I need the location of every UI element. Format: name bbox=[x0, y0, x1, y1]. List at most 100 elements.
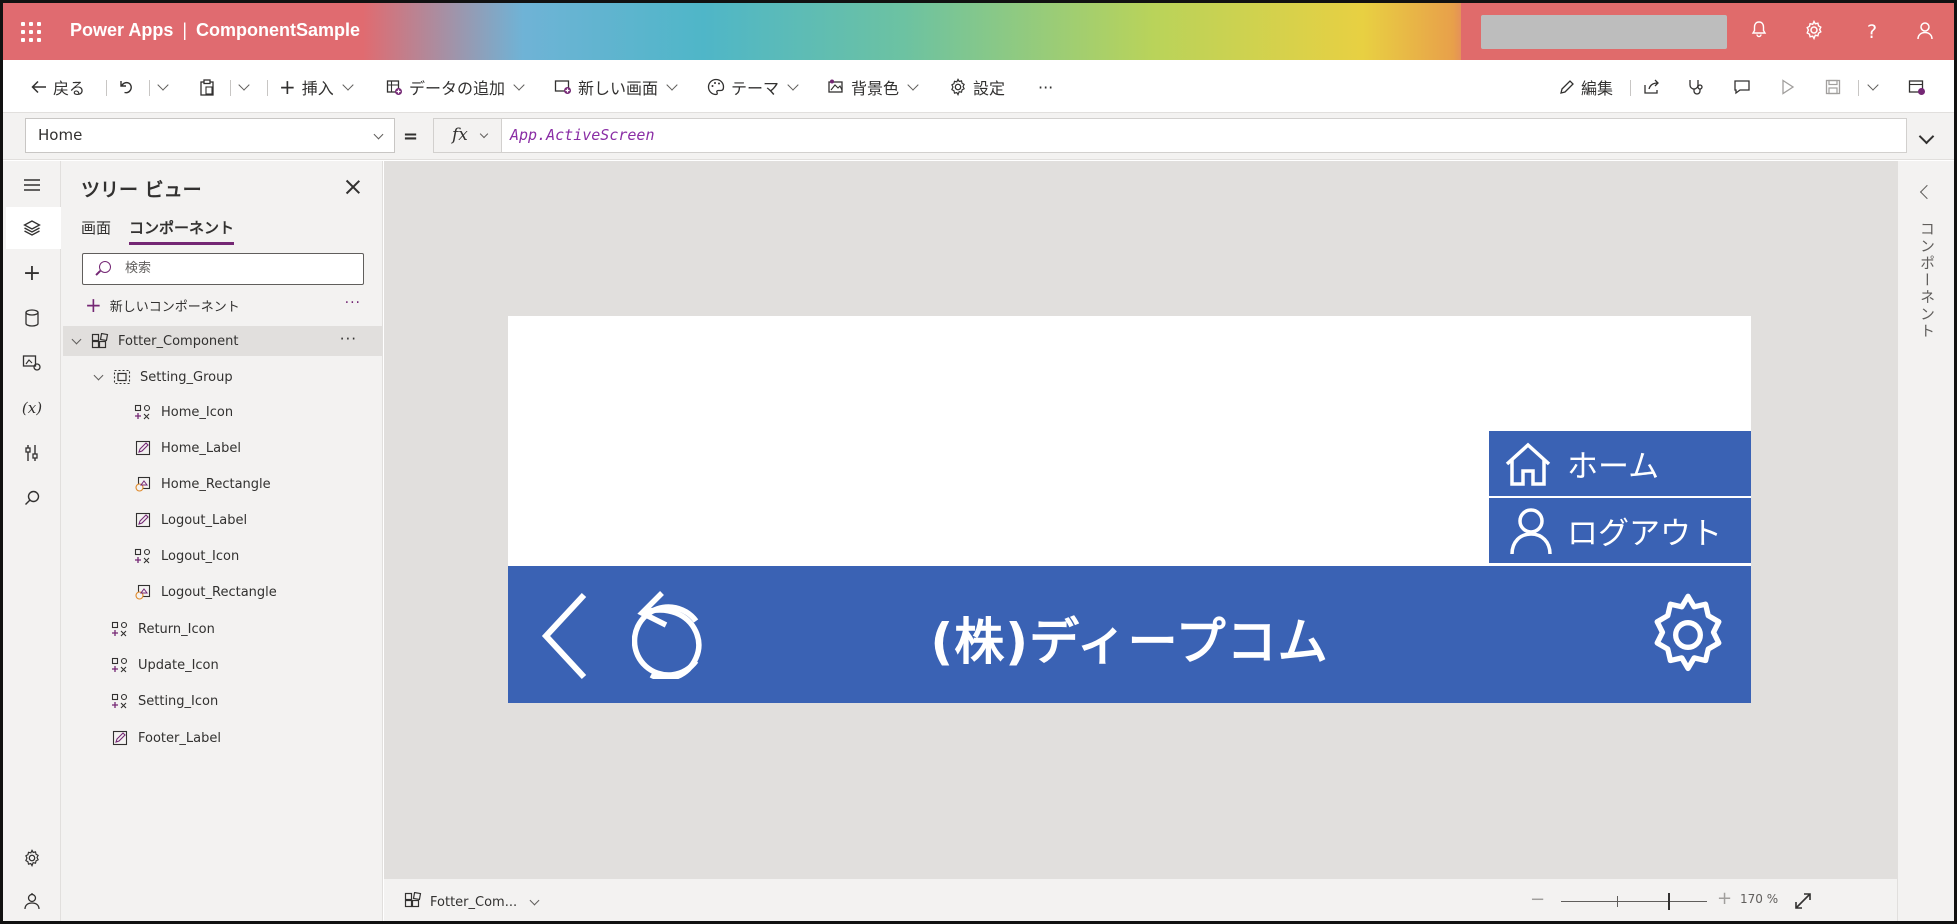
tree-node-home-icon[interactable]: Home_Icon bbox=[133, 397, 233, 427]
variables-icon[interactable]: (x) bbox=[21, 397, 43, 419]
pencil-icon bbox=[1559, 79, 1575, 95]
zoom-in-button[interactable]: + bbox=[1717, 888, 1732, 909]
function-button[interactable]: fx bbox=[433, 118, 501, 153]
expand-formula-icon[interactable] bbox=[1918, 128, 1935, 145]
divider bbox=[149, 80, 150, 96]
setting-gear-icon[interactable] bbox=[1642, 591, 1734, 683]
background-color-button[interactable]: 背景色 bbox=[827, 74, 921, 100]
virtual-agent-icon[interactable] bbox=[21, 890, 43, 912]
chevron-down-icon bbox=[529, 895, 540, 905]
play-icon bbox=[1781, 79, 1795, 95]
insert-plus-icon[interactable]: + bbox=[21, 261, 43, 286]
tree-node-home-label[interactable]: Home_Label bbox=[133, 433, 241, 463]
tree-node-fotter-component[interactable]: Fotter_Component ··· bbox=[63, 326, 383, 356]
node-label: Logout_Rectangle bbox=[161, 584, 277, 600]
tree-node-setting-group[interactable]: Setting_Group bbox=[93, 362, 233, 392]
project-name: ComponentSample bbox=[196, 20, 361, 40]
save-dropdown[interactable] bbox=[1865, 74, 1881, 100]
tree-node-update-icon[interactable]: Update_Icon bbox=[110, 650, 219, 680]
tree-node-footer-label[interactable]: Footer_Label bbox=[110, 723, 221, 753]
user-account-icon[interactable] bbox=[1913, 20, 1937, 44]
more-commands-button[interactable]: ··· bbox=[1038, 74, 1053, 100]
app-launcher-icon[interactable] bbox=[21, 22, 41, 42]
global-search-box[interactable] bbox=[1481, 15, 1727, 49]
help-icon[interactable]: ? bbox=[1860, 20, 1884, 44]
home-menu-item[interactable]: ホーム bbox=[1489, 431, 1751, 496]
divider bbox=[1630, 80, 1631, 96]
tab-components[interactable]: コンポーネント bbox=[129, 217, 235, 245]
media-icon[interactable] bbox=[21, 352, 43, 374]
label-control-icon bbox=[110, 729, 130, 747]
breadcrumb[interactable]: Fotter_Com... bbox=[404, 891, 540, 912]
product-name: Power Apps bbox=[70, 20, 174, 40]
edit-button[interactable]: 編集 bbox=[1559, 74, 1613, 100]
settings-gear-icon[interactable] bbox=[1802, 19, 1826, 44]
zoom-out-button[interactable]: − bbox=[1530, 889, 1545, 910]
component-icon bbox=[90, 332, 110, 350]
tree-node-logout-label[interactable]: Logout_Label bbox=[133, 505, 247, 535]
logout-label: ログアウト bbox=[1567, 516, 1722, 552]
advanced-tools-icon[interactable] bbox=[21, 442, 43, 464]
chevron-down-icon bbox=[666, 79, 678, 91]
footer-bar: (株)ディープコム bbox=[508, 566, 1751, 703]
publish-button[interactable] bbox=[1908, 74, 1926, 100]
more-options-icon[interactable]: ··· bbox=[345, 295, 361, 311]
properties-panel-label[interactable]: コンポーネント bbox=[1917, 221, 1938, 340]
tree-view-panel: ツリー ビュー 画面 コンポーネント 検索 + 新しいコンポーネント ··· F… bbox=[61, 161, 383, 921]
new-component-button[interactable]: + 新しいコンポーネント ··· bbox=[85, 293, 367, 317]
tree-node-home-rectangle[interactable]: Home_Rectangle bbox=[133, 469, 271, 499]
node-label: Logout_Icon bbox=[161, 548, 240, 564]
zoom-slider-thumb[interactable] bbox=[1668, 893, 1670, 910]
bell-icon[interactable] bbox=[1747, 20, 1771, 44]
paste-dropdown[interactable] bbox=[236, 74, 252, 100]
settings-button[interactable]: 設定 bbox=[949, 74, 1005, 100]
insert-button[interactable]: + 挿入 bbox=[279, 74, 356, 100]
tree-node-logout-icon[interactable]: Logout_Icon bbox=[133, 541, 239, 571]
settings-gear-icon[interactable] bbox=[21, 847, 43, 869]
save-button[interactable] bbox=[1825, 74, 1841, 100]
tree-view-title: ツリー ビュー bbox=[81, 179, 202, 201]
tree-search-input[interactable]: 検索 bbox=[82, 253, 364, 285]
plus-icon: + bbox=[85, 293, 102, 317]
paste-button[interactable] bbox=[199, 74, 215, 100]
zoom-slider-track[interactable] bbox=[1561, 901, 1707, 902]
property-dropdown[interactable]: Home bbox=[25, 118, 395, 153]
tree-node-return-icon[interactable]: Return_Icon bbox=[110, 614, 215, 644]
app-checker-button[interactable] bbox=[1687, 74, 1705, 100]
new-screen-button[interactable]: 新しい画面 bbox=[554, 74, 680, 100]
tab-screens[interactable]: 画面 bbox=[81, 217, 111, 245]
logout-menu-item[interactable]: ログアウト bbox=[1489, 498, 1751, 563]
tree-view-layers-icon[interactable] bbox=[21, 217, 43, 239]
more-options-icon[interactable]: ··· bbox=[340, 330, 357, 348]
chevron-down-icon bbox=[342, 79, 354, 91]
preview-button[interactable] bbox=[1781, 74, 1795, 100]
close-icon[interactable] bbox=[345, 179, 361, 195]
tree-node-setting-icon[interactable]: Setting_Icon bbox=[110, 686, 218, 716]
theme-button[interactable]: テーマ bbox=[707, 74, 801, 100]
paint-bucket-icon bbox=[827, 79, 845, 95]
shape-control-icon bbox=[133, 583, 153, 601]
chevron-left-icon[interactable] bbox=[1919, 184, 1935, 200]
chevron-down-icon bbox=[787, 79, 799, 91]
node-label: Footer_Label bbox=[138, 730, 221, 746]
plus-icon: + bbox=[279, 75, 296, 99]
undo-button[interactable] bbox=[118, 74, 134, 100]
hamburger-menu-icon[interactable] bbox=[21, 174, 43, 196]
new-screen-label: 新しい画面 bbox=[578, 79, 659, 98]
fx-icon: fx bbox=[452, 125, 468, 145]
fit-to-window-icon[interactable] bbox=[1793, 891, 1813, 911]
share-button[interactable] bbox=[1643, 74, 1661, 100]
node-label: Return_Icon bbox=[138, 621, 215, 637]
tree-node-logout-rectangle[interactable]: Logout_Rectangle bbox=[133, 577, 277, 607]
add-data-button[interactable]: データの追加 bbox=[386, 74, 527, 100]
formula-input[interactable]: App.ActiveScreen bbox=[501, 118, 1907, 153]
data-cylinder-icon[interactable] bbox=[21, 307, 43, 329]
theme-label: テーマ bbox=[731, 79, 780, 98]
home-label: ホーム bbox=[1567, 449, 1660, 485]
back-button[interactable]: 戻る bbox=[31, 74, 85, 100]
chevron-down-icon bbox=[238, 79, 250, 91]
undo-dropdown[interactable] bbox=[155, 74, 171, 100]
search-icon[interactable] bbox=[21, 487, 43, 509]
comments-button[interactable] bbox=[1733, 74, 1751, 100]
share-icon bbox=[1643, 79, 1661, 95]
